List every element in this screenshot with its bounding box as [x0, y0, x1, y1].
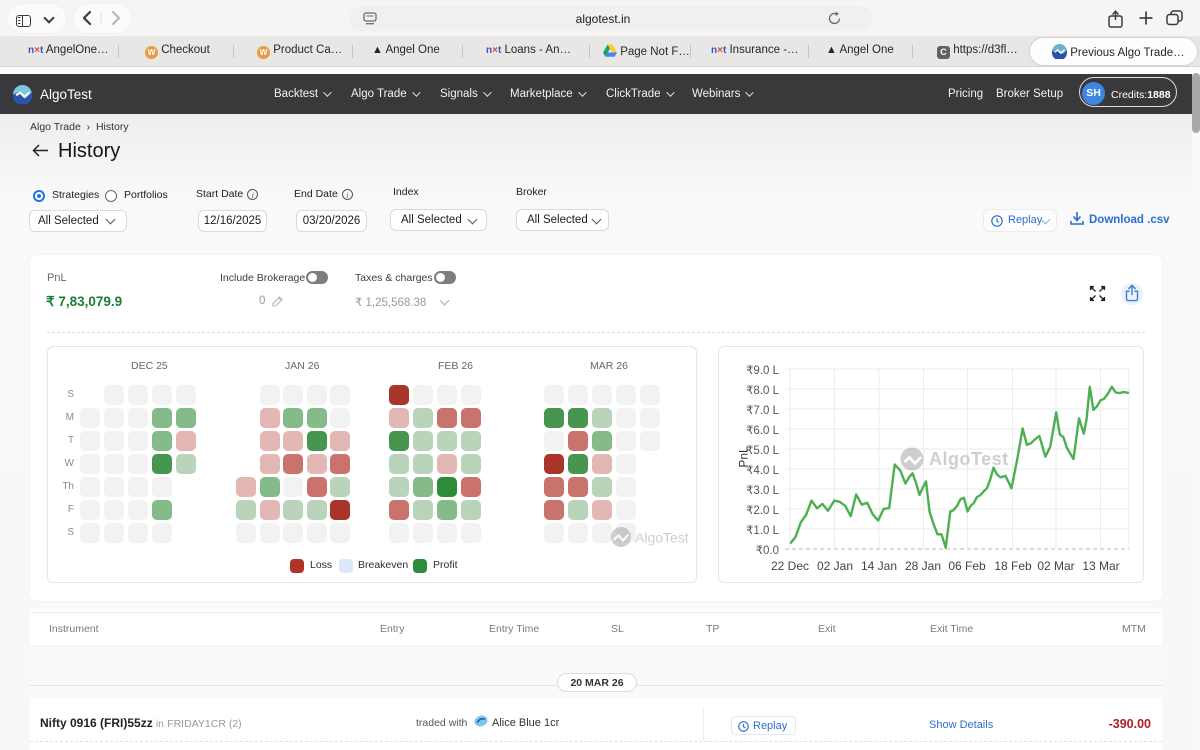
- svg-text:AlgoTest: AlgoTest: [929, 449, 1009, 469]
- svg-text:AlgoTest: AlgoTest: [635, 530, 689, 546]
